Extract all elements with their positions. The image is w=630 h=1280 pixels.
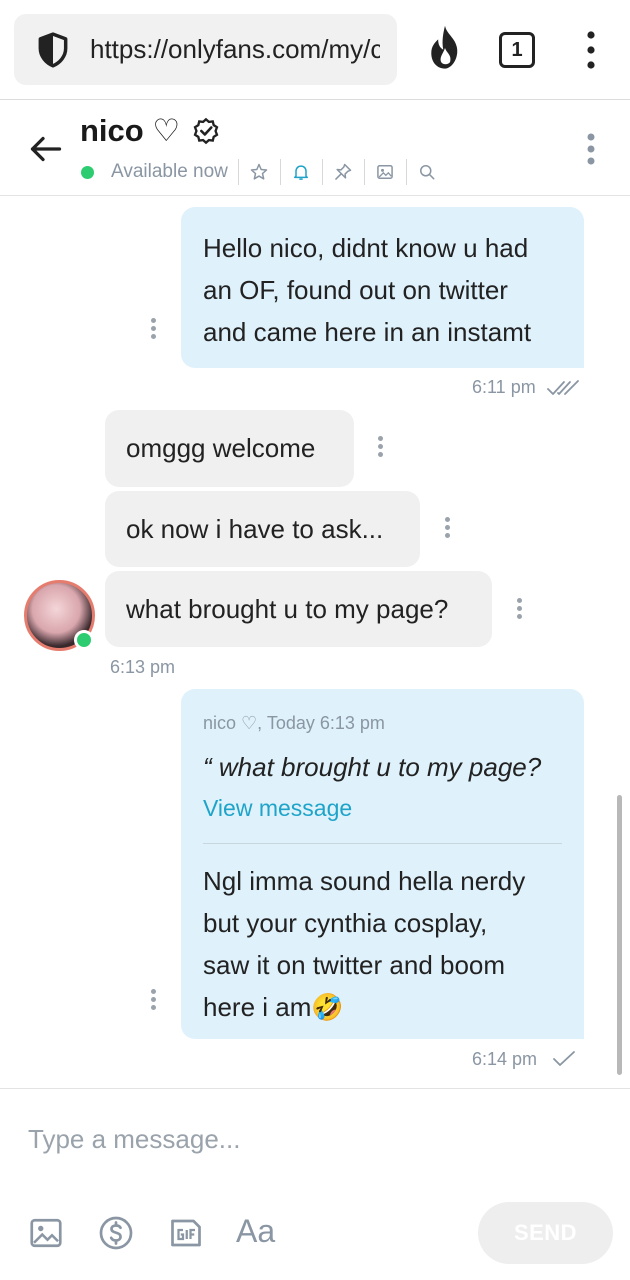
message-time: 6:11 pm [472,377,536,397]
message-options-icon[interactable] [445,517,451,539]
message-time: 6:14 pm [472,1049,538,1069]
sent-check-icon [553,1051,575,1066]
address-bar[interactable]: https://onlyfans.com/my/chats [14,14,397,85]
pin-button[interactable] [321,159,364,185]
outgoing-message[interactable]: Hello nico, didnt know u had an OF, foun… [181,207,584,368]
message-options-icon[interactable] [151,318,157,340]
message-text: omggg welcome [126,433,316,463]
text-format-button[interactable]: Aa [236,1213,275,1250]
gif-icon[interactable] [168,1215,204,1251]
shield-icon[interactable] [34,31,72,69]
contact-name[interactable]: nico ♡ [80,113,180,149]
message-line: but your cynthia cosplay, [203,908,488,938]
message-line: Hello nico, didnt know u had [203,233,529,263]
chat-header: nico ♡ Available now [0,101,630,196]
message-composer: Aa SEND [0,1088,630,1280]
incoming-message[interactable]: omggg welcome [105,410,354,487]
browser-toolbar: https://onlyfans.com/my/chats 1 [0,0,630,100]
presence-status: Available now [80,159,448,185]
online-indicator [74,630,94,650]
chat-options-icon[interactable] [586,133,596,165]
image-upload-icon[interactable] [28,1215,64,1251]
message-line: here i am🤣 [203,992,344,1022]
quote-divider [203,843,562,844]
read-double-check-icon [547,380,579,395]
tab-count: 1 [511,38,523,61]
message-options-icon[interactable] [378,436,384,458]
verified-icon [193,117,219,145]
message-line: saw it on twitter and boom [203,950,506,980]
tab-switcher-button[interactable]: 1 [499,32,535,68]
scrollbar[interactable] [617,795,622,1075]
back-arrow-icon[interactable] [28,131,64,167]
incoming-message[interactable]: what brought u to my page? [105,571,492,647]
send-button[interactable]: SEND [478,1202,613,1264]
fire-icon[interactable] [424,24,466,72]
image-icon [377,165,394,179]
view-message-link[interactable]: View message [203,793,562,823]
online-indicator [81,165,94,179]
message-time: 6:13 pm [110,657,176,677]
pin-icon [335,163,352,180]
chat-title[interactable]: nico ♡ [80,113,220,149]
search-chat-button[interactable] [405,159,448,185]
search-icon [420,165,435,180]
message-line: Ngl imma sound hella nerdy [203,866,526,896]
incoming-message[interactable]: ok now i have to ask... [105,491,420,567]
message-text: what brought u to my page? [126,594,449,624]
message-options-icon[interactable] [517,598,523,620]
quoted-message-meta: nico ♡, Today 6:13 pm [203,713,385,733]
message-line: an OF, found out on twitter [203,275,508,305]
browser-menu-icon[interactable] [583,30,599,70]
outgoing-reply-message[interactable]: nico ♡, Today 6:13 pm “ what brought u t… [181,689,584,1039]
star-icon [251,163,268,180]
notifications-button[interactable] [279,159,322,185]
quoted-message-text: “ what brought u to my page? [203,752,542,782]
avatar[interactable] [24,580,95,651]
url-text[interactable]: https://onlyfans.com/my/chats [90,34,380,65]
status-text: Available now [111,161,228,182]
media-gallery-button[interactable] [363,159,406,185]
message-options-icon[interactable] [151,989,157,1011]
message-line: and came here in an instamt [203,317,532,347]
bell-icon [294,165,309,180]
message-input[interactable] [28,1119,588,1159]
favorite-button[interactable] [237,159,280,185]
tip-dollar-icon[interactable] [98,1215,134,1251]
message-text: ok now i have to ask... [126,514,384,544]
